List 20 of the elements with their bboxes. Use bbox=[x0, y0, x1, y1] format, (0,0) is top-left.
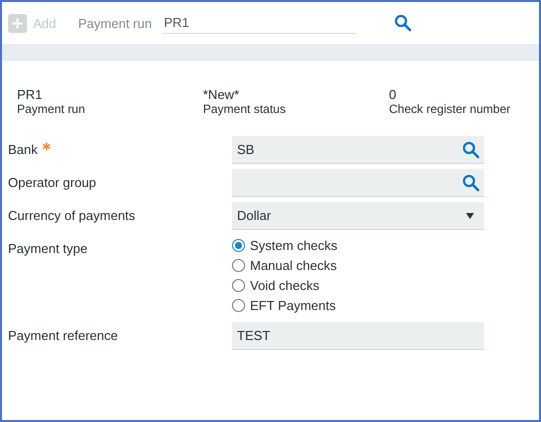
radio-label[interactable]: Void checks bbox=[250, 278, 320, 293]
summary-label: Payment status bbox=[203, 102, 287, 116]
field-label: Operator group bbox=[8, 175, 96, 190]
summary-value: *New* bbox=[203, 87, 240, 102]
summary-label: Check register number bbox=[389, 102, 512, 116]
field-label: Bank bbox=[8, 142, 38, 157]
payment-run-field[interactable]: PR1 bbox=[162, 12, 356, 34]
radio-label[interactable]: EFT Payments bbox=[250, 298, 336, 313]
field-label: Payment type bbox=[8, 241, 88, 256]
radio-label[interactable]: System checks bbox=[250, 238, 338, 253]
summary-value: 0 bbox=[389, 87, 398, 102]
summary-value: PR1 bbox=[17, 87, 44, 102]
field-label: Payment run bbox=[78, 16, 152, 30]
field-label: Currency of payments bbox=[8, 208, 136, 223]
field-label: Payment reference bbox=[8, 328, 118, 343]
dropdown[interactable]: Dollar bbox=[232, 202, 484, 230]
lookup-field[interactable]: SB bbox=[232, 136, 484, 164]
radio-label[interactable]: Manual checks bbox=[250, 258, 337, 273]
text-field[interactable]: TEST bbox=[232, 322, 484, 350]
summary-label: Payment run bbox=[17, 102, 86, 116]
